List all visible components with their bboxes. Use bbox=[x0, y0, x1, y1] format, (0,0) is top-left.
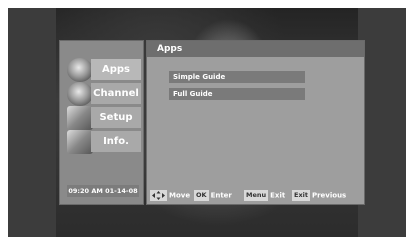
content-pane: Apps Simple Guide Full Guide Move OK Ente… bbox=[146, 40, 365, 205]
footer-move: Move bbox=[150, 190, 190, 201]
nav-item-label: Channel bbox=[91, 83, 141, 104]
setup-thumbnail-icon bbox=[67, 106, 93, 130]
left-letterbox bbox=[8, 8, 56, 237]
nav-item-label: Setup bbox=[91, 107, 141, 128]
nav-item-label: Info. bbox=[91, 131, 141, 152]
enter-label: Enter bbox=[210, 191, 232, 200]
move-arrows-icon bbox=[150, 190, 167, 201]
content-title: Apps bbox=[147, 41, 364, 57]
channel-thumbnail-icon bbox=[67, 82, 93, 106]
info-thumbnail-icon bbox=[67, 130, 93, 154]
menu-key: Menu bbox=[244, 190, 269, 201]
exit-key: Exit bbox=[292, 190, 310, 201]
footer-exit: Menu Exit bbox=[244, 190, 285, 201]
exit-label: Exit bbox=[270, 191, 286, 200]
footer-enter: OK Enter bbox=[194, 190, 232, 201]
nav-item-info[interactable]: Info. bbox=[67, 130, 141, 154]
nav-item-label: Apps bbox=[91, 59, 141, 80]
move-label: Move bbox=[169, 191, 191, 200]
footer-bar: Move OK Enter Menu Exit Exit Previous bbox=[147, 187, 364, 204]
option-simple-guide[interactable]: Simple Guide bbox=[169, 71, 305, 83]
ok-key: OK bbox=[194, 190, 209, 201]
menu-panel: Apps Channel Setup Info. 09:20 AM 01-14-… bbox=[59, 40, 365, 205]
apps-thumbnail-icon bbox=[67, 58, 93, 82]
previous-label: Previous bbox=[311, 191, 347, 200]
option-full-guide[interactable]: Full Guide bbox=[169, 88, 305, 100]
clock-readout: 09:20 AM 01-14-08 bbox=[67, 185, 139, 197]
nav-item-apps[interactable]: Apps bbox=[67, 58, 141, 82]
nav-item-setup[interactable]: Setup bbox=[67, 106, 141, 130]
nav-column: Apps Channel Setup Info. 09:20 AM 01-14-… bbox=[59, 40, 144, 205]
nav-item-channel[interactable]: Channel bbox=[67, 82, 141, 106]
right-letterbox bbox=[358, 8, 406, 237]
footer-previous: Exit Previous bbox=[292, 190, 346, 201]
